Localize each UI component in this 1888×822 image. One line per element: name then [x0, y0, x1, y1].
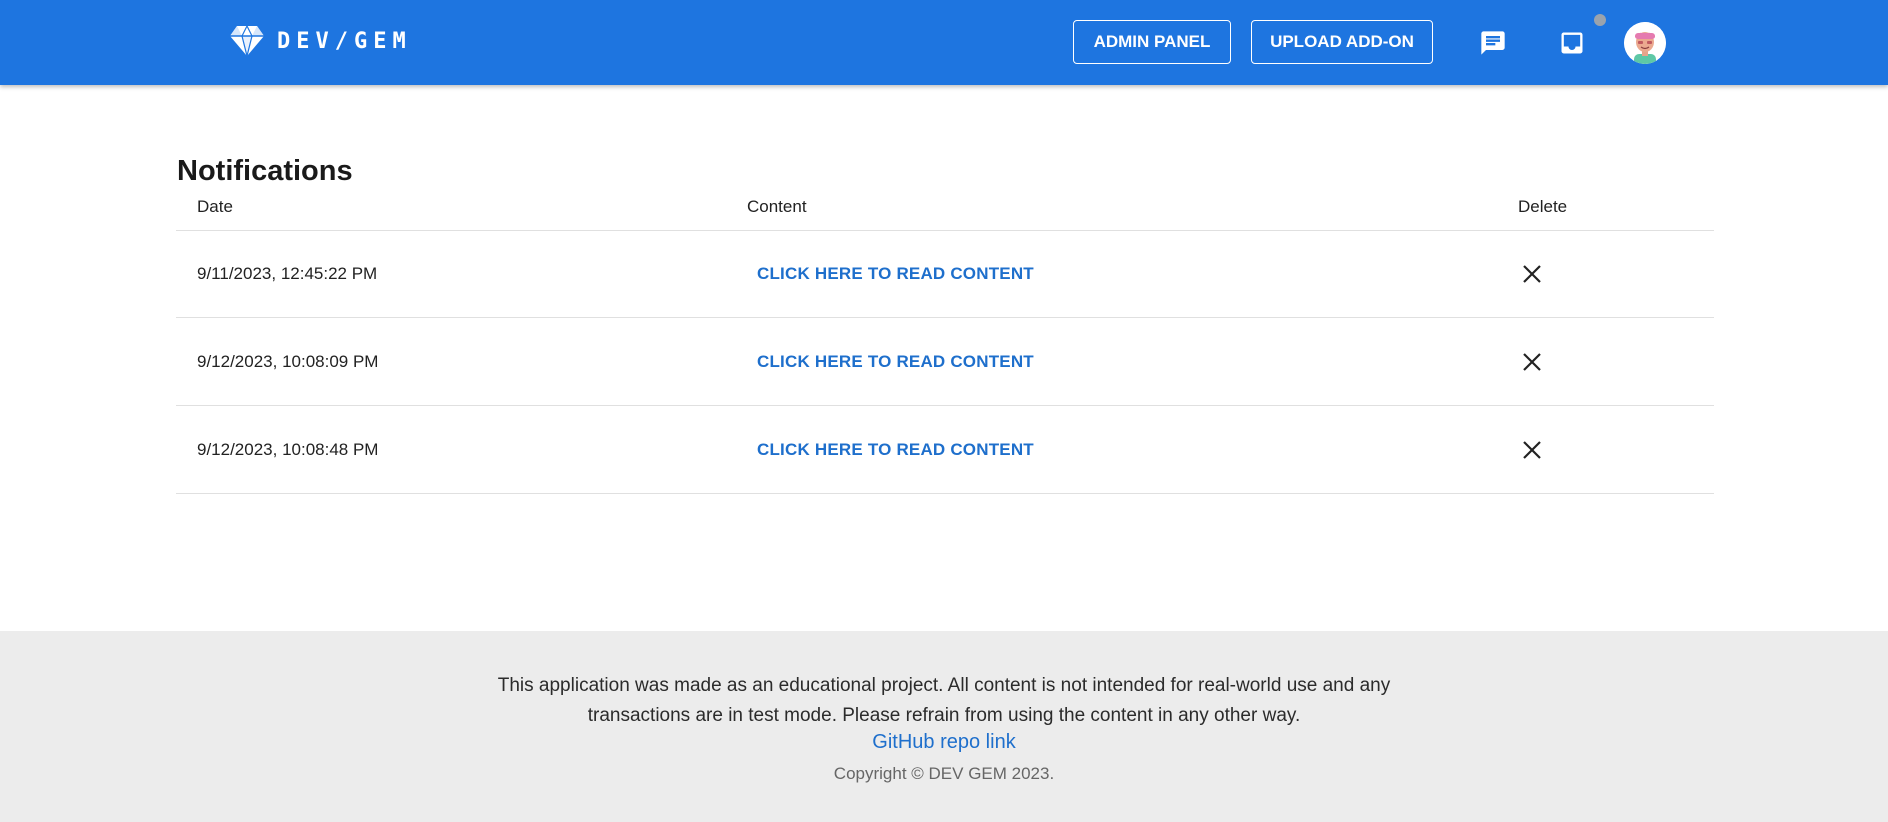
diamond-icon [230, 25, 264, 57]
logo[interactable]: DEV/GEM [229, 25, 412, 57]
delete-notification-button[interactable] [1512, 254, 1552, 294]
footer-copyright: Copyright © DEV GEM 2023. [833, 764, 1055, 783]
delete-notification-button[interactable] [1512, 342, 1552, 382]
table-row: 9/12/2023, 10:08:09 PM CLICK HERE TO REA… [176, 318, 1714, 406]
notification-date: 9/12/2023, 10:08:48 PM [197, 439, 379, 459]
notification-date: 9/12/2023, 10:08:09 PM [197, 351, 379, 371]
column-header-delete: Delete [1518, 197, 1568, 216]
column-header-content: Content [747, 197, 807, 216]
avatar-icon [1624, 22, 1666, 64]
user-avatar[interactable] [1624, 22, 1666, 64]
app-bar: DEV/GEM ADMIN PANEL UPLOAD ADD-ON [0, 0, 1888, 85]
upload-addon-button[interactable]: UPLOAD ADD-ON [1251, 20, 1433, 64]
github-repo-link-text[interactable]: GitHub repo link [872, 731, 1015, 753]
github-repo-link: GitHub repo link [0, 731, 1888, 754]
notifications-table: Date Content Delete 9/11/2023, 12:45:22 … [176, 197, 1714, 494]
notification-date: 9/11/2023, 12:45:22 PM [197, 263, 378, 283]
chat-icon [1481, 31, 1505, 55]
inbox-icon [1561, 32, 1583, 54]
chat-button[interactable] [1472, 22, 1514, 64]
read-content-button[interactable]: CLICK HERE TO READ CONTENT [747, 346, 1044, 378]
footer: This application was made as an educatio… [0, 631, 1888, 822]
table-row: 9/12/2023, 10:08:48 PM CLICK HERE TO REA… [176, 406, 1714, 494]
footer-disclaimer: This application was made as an educatio… [497, 675, 1391, 726]
close-icon [1523, 440, 1541, 459]
admin-panel-button[interactable]: ADMIN PANEL [1073, 20, 1231, 64]
delete-notification-button[interactable] [1512, 430, 1552, 470]
close-icon [1523, 352, 1541, 371]
close-icon [1523, 264, 1541, 283]
column-header-date: Date [197, 197, 233, 216]
notification-status-dot [1594, 14, 1606, 26]
table-row: 9/11/2023, 12:45:22 PM CLICK HERE TO REA… [176, 230, 1714, 318]
logo-text: DEV/GEM [277, 28, 412, 54]
read-content-button[interactable]: CLICK HERE TO READ CONTENT [747, 434, 1044, 466]
inbox-button[interactable] [1551, 22, 1593, 64]
table-header: Date Content Delete [176, 85, 1714, 231]
read-content-button[interactable]: CLICK HERE TO READ CONTENT [747, 258, 1044, 290]
